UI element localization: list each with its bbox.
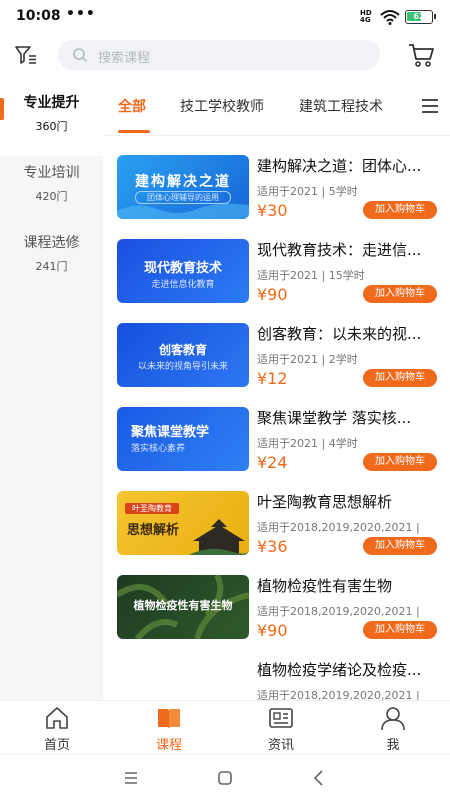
add-to-cart-button[interactable]: 加入购物车 xyxy=(363,453,437,471)
network-indicator: HD 4G xyxy=(360,10,372,24)
course-title: 创客教育：以未来的视... xyxy=(257,325,422,343)
course-item[interactable]: 建构解决之道 团体心理辅导的运用 建构解决之道：团体心... 适用于2021 |… xyxy=(103,137,450,221)
course-thumbnail: 聚焦课堂教学 落实核心素养 xyxy=(117,407,249,471)
course-meta: 适用于2021 | 4学时 xyxy=(257,437,358,450)
course-meta: 适用于2021 | 2学时 xyxy=(257,353,358,366)
nav-home[interactable]: 首页 xyxy=(12,705,102,753)
nav-news[interactable]: 资讯 xyxy=(236,705,326,753)
status-time: 10:08 xyxy=(16,8,61,24)
sidebar-item-count: 420门 xyxy=(35,190,68,203)
home-icon xyxy=(46,707,68,729)
thumbnail-title: 建构解决之道 xyxy=(135,174,231,190)
add-to-cart-button[interactable]: 加入购物车 xyxy=(363,285,437,303)
nav-label: 首页 xyxy=(43,738,70,753)
tab-construction-engineering[interactable]: 建筑工程技术 xyxy=(299,96,383,116)
sidebar-item-professional-training[interactable]: 专业培训 420门 xyxy=(0,146,103,226)
course-price: ¥36 xyxy=(257,537,288,556)
nav-profile[interactable]: 我 xyxy=(348,705,438,753)
sidebar-item-label: 课程选修 xyxy=(23,235,80,251)
thumbnail-title: 思想解析 xyxy=(127,523,180,538)
nav-courses[interactable]: 课程 xyxy=(124,705,214,753)
shopping-cart-icon[interactable] xyxy=(407,42,435,68)
system-navigation-bar xyxy=(0,754,450,800)
course-price: ¥90 xyxy=(257,621,288,640)
course-price: ¥30 xyxy=(257,201,288,220)
nav-label: 课程 xyxy=(155,738,182,753)
category-sidebar: 专业提升 360门 专业培训 420门 课程选修 241门 xyxy=(0,76,103,700)
sidebar-item-elective-courses[interactable]: 课程选修 241门 xyxy=(0,216,103,296)
tab-all[interactable]: 全部 xyxy=(118,96,146,116)
sidebar-item-label: 专业提升 xyxy=(23,95,80,111)
course-thumbnail: 植物检疫性有害生物 xyxy=(117,575,249,639)
news-icon xyxy=(269,708,293,728)
battery-icon: 62 xyxy=(405,10,436,24)
sidebar-item-count: 241门 xyxy=(35,260,68,273)
status-bar: 10:08 ••• HD 4G 62 xyxy=(0,0,450,34)
course-thumbnail: 建构解决之道 团体心理辅导的运用 xyxy=(117,155,249,219)
course-meta: 适用于2018,2019,2020,2021 | xyxy=(257,605,420,618)
search-input[interactable]: 搜索课程 xyxy=(58,40,380,70)
thumbnail-title: 植物检疫性有害生物 xyxy=(133,599,233,612)
thumbnail-subtitle: 以未来的视角导引未来 xyxy=(137,362,228,372)
course-thumbnail: 现代教育技术 走进信息化教育 xyxy=(117,239,249,303)
course-title: 聚焦课堂教学 落实核... xyxy=(257,409,412,427)
course-item[interactable]: 创客教育 以未来的视角导引未来 创客教育：以未来的视... 适用于2021 | … xyxy=(103,305,450,389)
menu-icon[interactable] xyxy=(421,98,439,114)
course-meta: 适用于2018,2019,2020,2021 | xyxy=(257,689,420,700)
status-more-dots: ••• xyxy=(66,6,96,22)
course-meta: 适用于2018,2019,2020,2021 | xyxy=(257,521,420,534)
search-icon xyxy=(73,48,88,63)
category-tabs: 全部 技工学校教师 建筑工程技术 xyxy=(103,76,450,136)
course-thumbnail: 叶圣陶教育 思想解析 xyxy=(117,491,249,555)
thumbnail-title: 聚焦课堂教学 xyxy=(131,425,210,440)
thumbnail-subtitle: 走进信息化教育 xyxy=(151,280,215,290)
sidebar-item-professional-upgrade[interactable]: 专业提升 360门 xyxy=(0,76,103,156)
thumbnail-subtitle: 叶圣陶教育 xyxy=(125,503,179,514)
thumbnail-title: 现代教育技术 xyxy=(143,261,222,276)
course-price: ¥24 xyxy=(257,453,288,472)
course-meta: 适用于2021 | 5学时 xyxy=(257,185,358,198)
thumbnail-subtitle: 团体心理辅导的运用 xyxy=(135,191,231,204)
wifi-icon xyxy=(380,10,400,25)
app-header: 搜索课程 xyxy=(0,34,450,76)
course-price: ¥12 xyxy=(257,369,288,388)
home-button-icon[interactable] xyxy=(210,767,240,789)
course-item[interactable]: 植物检疫性有害生物 植物检疫性有害生物 适用于2018,2019,2020,20… xyxy=(103,557,450,641)
add-to-cart-button[interactable]: 加入购物车 xyxy=(363,621,437,639)
thumbnail-title: 创客教育 xyxy=(158,343,207,357)
thumbnail-subtitle: 落实核心素养 xyxy=(131,444,186,454)
user-icon xyxy=(381,707,405,731)
search-placeholder: 搜索课程 xyxy=(98,51,151,66)
course-title: 建构解决之道：团体心... xyxy=(257,157,422,175)
course-price: ¥90 xyxy=(257,285,288,304)
add-to-cart-button[interactable]: 加入购物车 xyxy=(363,537,437,555)
course-title: 植物检疫学绪论及检疫... xyxy=(257,661,422,679)
course-title: 现代教育技术：走进信... xyxy=(257,241,422,259)
bottom-navigation: 首页 课程 资讯 我 xyxy=(0,700,450,754)
course-meta: 适用于2021 | 15学时 xyxy=(257,269,365,282)
nav-label: 资讯 xyxy=(267,738,294,753)
battery-cap xyxy=(434,14,436,19)
add-to-cart-button[interactable]: 加入购物车 xyxy=(363,201,437,219)
nav-label: 我 xyxy=(386,738,400,753)
add-to-cart-button[interactable]: 加入购物车 xyxy=(363,369,437,387)
recent-apps-icon[interactable] xyxy=(116,767,146,789)
course-thumbnail: 创客教育 以未来的视角导引未来 xyxy=(117,323,249,387)
course-item[interactable]: 植物检疫学绪论及检疫... 适用于2018,2019,2020,2021 | xyxy=(103,641,450,700)
filter-icon[interactable] xyxy=(14,43,38,67)
sidebar-item-count: 360门 xyxy=(35,120,68,133)
course-item[interactable]: 聚焦课堂教学 落实核心素养 聚焦课堂教学 落实核... 适用于2021 | 4学… xyxy=(103,389,450,473)
tab-technical-school-teacher[interactable]: 技工学校教师 xyxy=(180,96,264,116)
back-icon[interactable] xyxy=(304,767,334,789)
course-item[interactable]: 叶圣陶教育 思想解析 叶圣陶教育思想解析 适用于2018,2019,2020,2… xyxy=(103,473,450,557)
battery-level-text: 62 xyxy=(413,12,425,21)
course-title: 叶圣陶教育思想解析 xyxy=(257,493,393,511)
sidebar-item-label: 专业培训 xyxy=(23,165,80,181)
course-title: 植物检疫性有害生物 xyxy=(257,577,393,595)
network-sub-label: 4G xyxy=(360,16,371,24)
course-item[interactable]: 现代教育技术 走进信息化教育 现代教育技术：走进信... 适用于2021 | 1… xyxy=(103,221,450,305)
book-icon xyxy=(158,709,180,729)
tab-active-indicator xyxy=(118,130,150,133)
course-list: 建构解决之道 团体心理辅导的运用 建构解决之道：团体心... 适用于2021 |… xyxy=(103,137,450,700)
